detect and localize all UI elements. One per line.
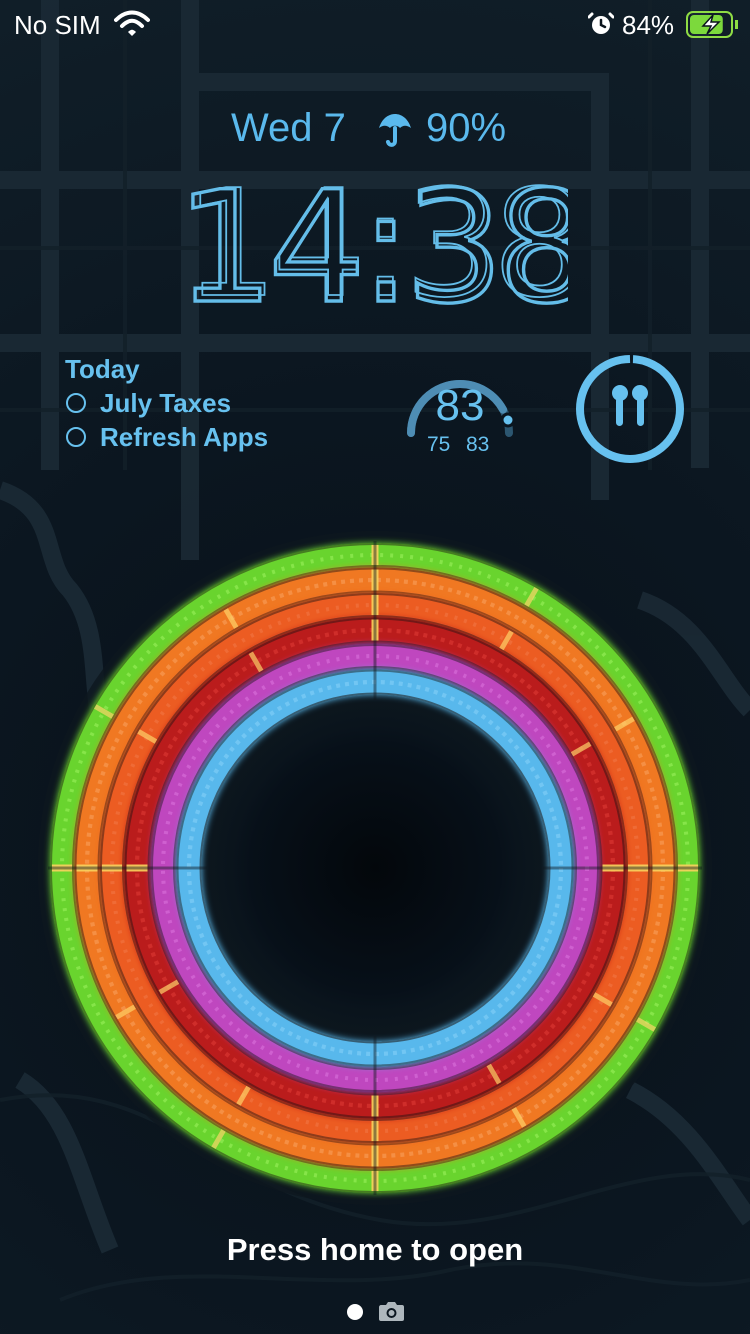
umbrella-icon — [379, 114, 411, 147]
airpods-icon — [612, 385, 648, 426]
alarm-icon — [588, 12, 614, 34]
clock-time-inner-text: 14:38 — [184, 181, 568, 305]
activity-rings — [38, 531, 712, 1205]
status-bar: No SIM 84% — [0, 0, 750, 48]
earbuds-battery-widget[interactable] — [570, 349, 690, 469]
clock-time[interactable]: 14:38 14:38 — [176, 181, 568, 305]
reminder-circle-icon[interactable] — [66, 393, 86, 413]
gauge-min-label: 75 — [427, 433, 451, 456]
reminder-circle-icon[interactable] — [66, 427, 86, 447]
activity-ring-center — [201, 694, 549, 1042]
gauge-value: 83 — [435, 381, 485, 430]
reminders-title: Today — [65, 354, 140, 384]
reminder-label: Refresh Apps — [100, 422, 269, 452]
weather-date-widget[interactable]: Wed 7 90% — [0, 101, 750, 155]
reminders-widget[interactable]: Today July Taxes Refresh Apps — [65, 353, 345, 453]
carrier-label: No SIM — [14, 10, 101, 40]
reminder-item[interactable]: July Taxes — [65, 387, 325, 419]
range-gauge-widget[interactable]: 83 75 83 — [400, 351, 520, 461]
lock-screen: No SIM 84% Wed 7 90% 14:38 14:38 Today J… — [0, 0, 750, 1334]
precipitation-chance: 90% — [426, 106, 507, 150]
earbuds-battery-ring — [576, 353, 684, 463]
camera-icon[interactable] — [378, 1299, 405, 1323]
reminder-item[interactable]: Refresh Apps — [65, 421, 325, 453]
press-home-prompt: Press home to open — [226, 1232, 524, 1267]
page-indicator-dot[interactable] — [347, 1304, 363, 1320]
reminder-label: July Taxes — [100, 388, 232, 418]
activity-rings-wallpaper — [38, 531, 712, 1205]
battery-charging-icon — [686, 11, 738, 38]
battery-percent: 84% — [622, 10, 675, 40]
weather-day: Wed 7 — [231, 106, 346, 150]
wifi-icon — [114, 10, 150, 36]
gauge-max-label: 83 — [466, 433, 490, 456]
